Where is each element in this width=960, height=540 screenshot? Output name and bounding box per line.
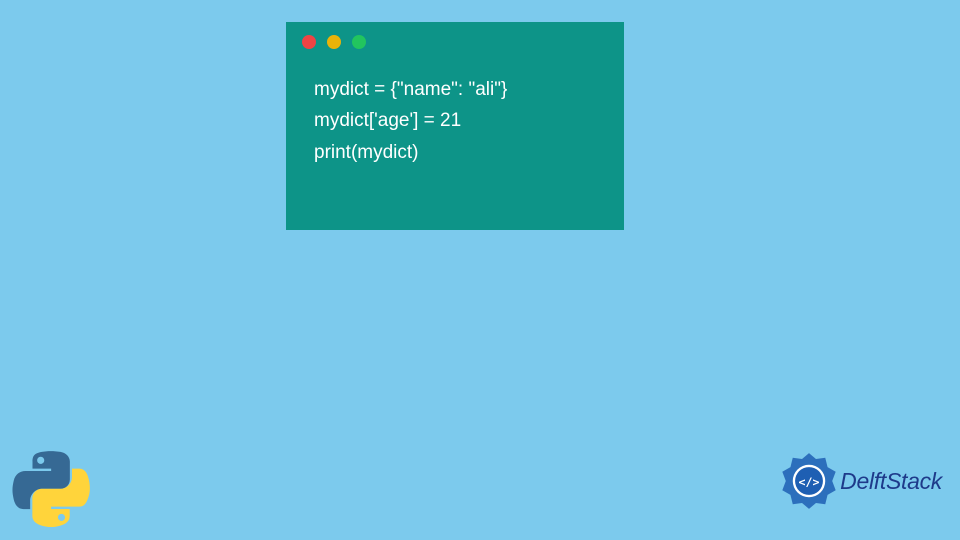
- traffic-light-red-icon: [302, 35, 316, 49]
- traffic-light-yellow-icon: [327, 35, 341, 49]
- code-line-3: print(mydict): [314, 137, 600, 168]
- code-line-1: mydict = {"name": "ali"}: [314, 74, 600, 105]
- traffic-light-green-icon: [352, 35, 366, 49]
- python-logo-icon: [12, 450, 90, 528]
- svg-text:</>: </>: [799, 475, 820, 489]
- delftstack-brand-text: DelftStack: [840, 468, 942, 495]
- code-window: mydict = {"name": "ali"} mydict['age'] =…: [286, 22, 624, 230]
- delftstack-icon: </>: [780, 452, 838, 510]
- code-content: mydict = {"name": "ali"} mydict['age'] =…: [286, 54, 624, 178]
- code-line-2: mydict['age'] = 21: [314, 105, 600, 136]
- traffic-lights: [286, 22, 624, 54]
- delftstack-logo: </> DelftStack: [780, 452, 942, 510]
